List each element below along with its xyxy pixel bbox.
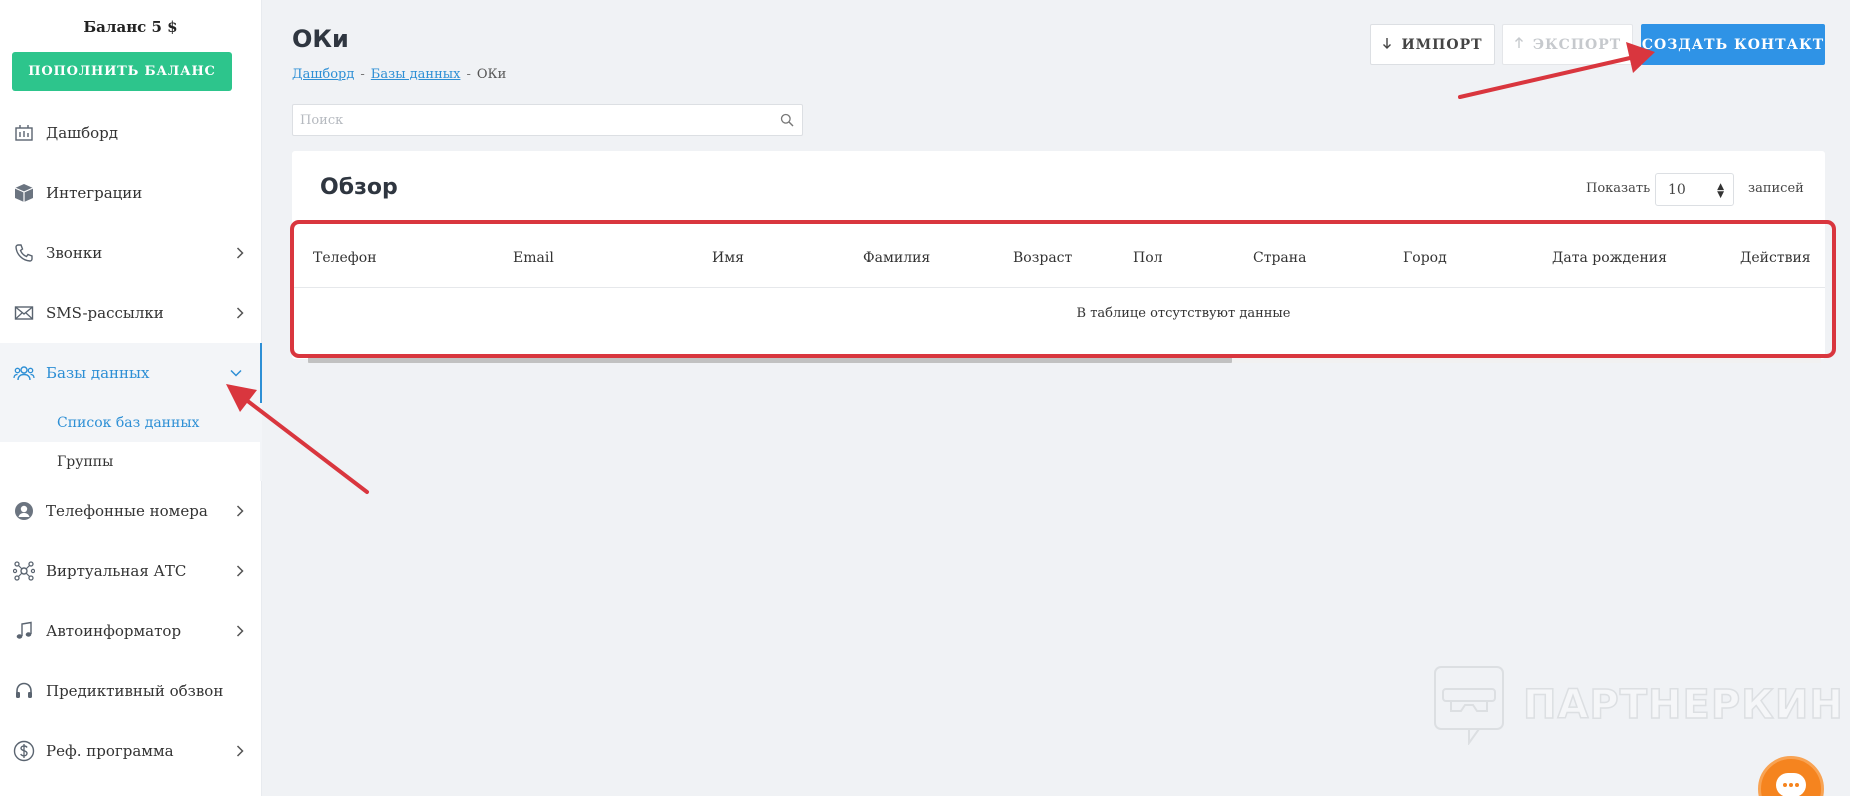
chevron-right-icon <box>236 307 244 319</box>
import-button[interactable]: ИМПОРТ <box>1370 24 1495 65</box>
export-button[interactable]: ЭКСПОРТ <box>1502 24 1633 65</box>
arrow-down-icon <box>1382 37 1392 53</box>
sidebar-item-label: SMS-рассылки <box>46 304 164 322</box>
dollar-icon <box>12 739 36 763</box>
sidebar-item-label: Базы данных <box>46 364 150 382</box>
import-label: ИМПОРТ <box>1401 36 1483 53</box>
sidebar-nav: Дашборд Интеграции Звонки SMS-рассылки Б… <box>0 103 262 781</box>
chevron-right-icon <box>236 505 244 517</box>
breadcrumb-current: ОКи <box>476 67 507 82</box>
watermark-text: ПАРТНЕРКИН <box>1522 681 1844 729</box>
sidebar-item-label: Дашборд <box>46 124 118 142</box>
user-circle-icon <box>12 499 36 523</box>
sidebar-item-label: Телефонные номера <box>46 502 208 520</box>
overview-title: Обзор <box>320 175 398 200</box>
page-size-value: 10 <box>1668 181 1686 198</box>
sidebar-item-sms[interactable]: SMS-рассылки <box>0 283 262 343</box>
envelope-icon <box>12 301 36 325</box>
sidebar-item-autoinformer[interactable]: Автоинформатор <box>0 601 262 661</box>
users-icon <box>12 361 36 385</box>
chevron-right-icon <box>236 565 244 577</box>
phone-icon <box>12 241 36 265</box>
chat-widget-button[interactable] <box>1758 756 1824 796</box>
box-icon <box>12 181 36 205</box>
headset-icon <box>12 679 36 703</box>
sidebar-item-label: Звонки <box>46 244 103 262</box>
records-label: записей <box>1748 181 1804 196</box>
page-size-select[interactable]: 10 ▲ ▼ <box>1655 173 1734 206</box>
breadcrumb-link-databases[interactable]: Базы данных <box>371 67 461 82</box>
chevron-down-icon <box>230 369 242 377</box>
show-label: Показать <box>1586 181 1651 196</box>
sidebar-item-label: Виртуальная АТС <box>46 562 187 580</box>
dashboard-icon <box>12 121 36 145</box>
music-note-icon <box>12 619 36 643</box>
chevron-right-icon <box>236 247 244 259</box>
chevron-right-icon <box>236 745 244 757</box>
sidebar-item-dashboard[interactable]: Дашборд <box>0 103 262 163</box>
create-contact-button[interactable]: СОЗДАТЬ КОНТАКТ <box>1641 24 1825 65</box>
submenu-item-groups[interactable]: Группы <box>0 442 260 481</box>
search-box <box>292 104 803 136</box>
breadcrumb-separator: - <box>360 67 365 82</box>
sidebar-item-databases[interactable]: Базы данных <box>0 343 262 403</box>
network-icon <box>12 559 36 583</box>
export-label: ЭКСПОРТ <box>1532 36 1622 53</box>
submenu-item-database-list[interactable]: Список баз данных <box>0 403 260 442</box>
sidebar-item-phone-numbers[interactable]: Телефонные номера <box>0 481 262 541</box>
databases-submenu: Список баз данных Группы <box>0 403 262 481</box>
chat-bubble-icon <box>1776 773 1806 796</box>
sidebar-item-label: Реф. программа <box>46 742 174 760</box>
chevron-right-icon <box>236 625 244 637</box>
breadcrumb-separator: - <box>466 67 471 82</box>
sidebar-item-label: Автоинформатор <box>46 622 182 640</box>
sidebar-item-referral[interactable]: Реф. программа <box>0 721 262 781</box>
sidebar-item-label: Предиктивный обзвон <box>46 682 224 700</box>
sidebar-item-integrations[interactable]: Интеграции <box>0 163 262 223</box>
breadcrumb-link-dashboard[interactable]: Дашборд <box>292 67 354 82</box>
search-input[interactable] <box>293 105 753 135</box>
sidebar-item-predictive-dialer[interactable]: Предиктивный обзвон <box>0 661 262 721</box>
sidebar-item-virtual-pbx[interactable]: Виртуальная АТС <box>0 541 262 601</box>
watermark: ПАРТНЕРКИН <box>1433 665 1844 745</box>
search-icon[interactable] <box>780 113 794 127</box>
sidebar-item-calls[interactable]: Звонки <box>0 223 262 283</box>
balance-text: Баланс 5 $ <box>83 18 178 36</box>
topup-balance-button[interactable]: ПОПОЛНИТЬ БАЛАНС <box>12 52 232 91</box>
breadcrumb: Дашборд - Базы данных - ОКи <box>292 67 506 82</box>
watermark-logo-icon <box>1434 666 1504 745</box>
sort-caret-icon: ▲ ▼ <box>1717 182 1724 200</box>
arrow-up-icon <box>1514 36 1524 53</box>
sidebar-item-label: Интеграции <box>46 184 143 202</box>
page-title: ОКи <box>292 25 349 53</box>
annotation-highlight-box <box>290 220 1836 358</box>
sidebar: Баланс 5 $ ПОПОЛНИТЬ БАЛАНС Дашборд Инте… <box>0 0 262 796</box>
